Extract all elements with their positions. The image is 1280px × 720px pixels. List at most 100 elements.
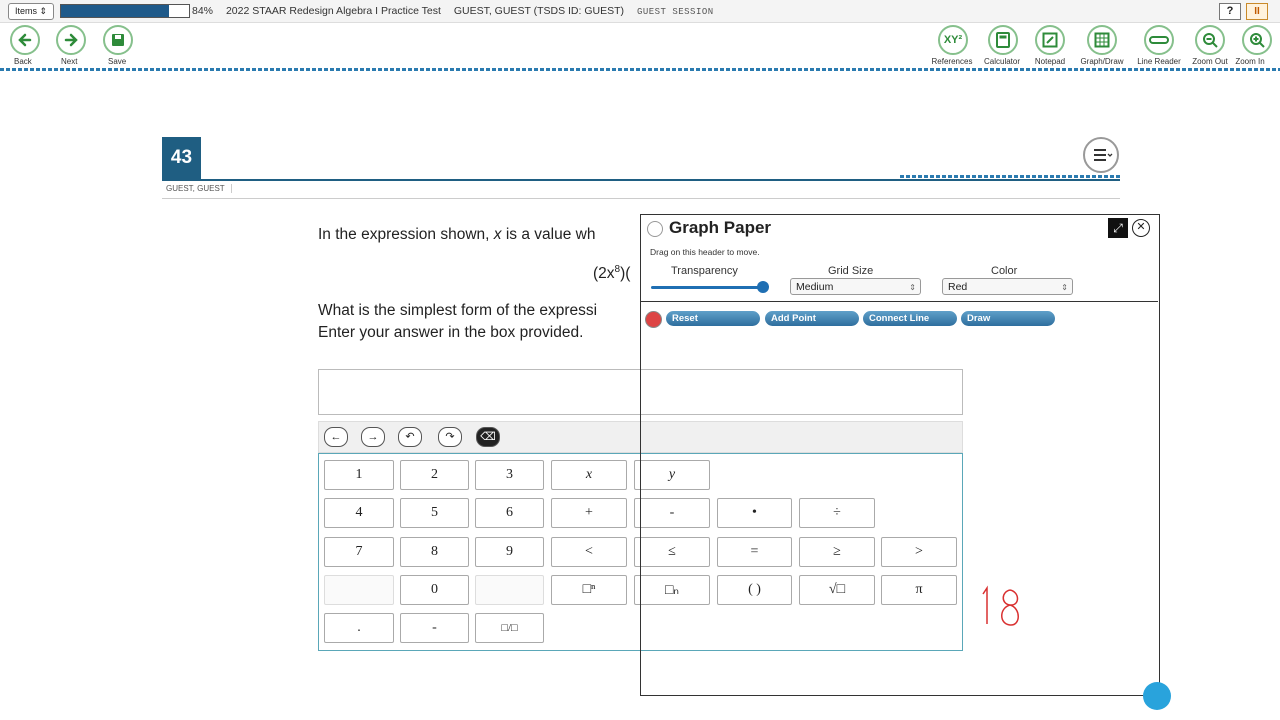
question-rule-dots (900, 175, 1120, 178)
grid-size-value: Medium (796, 281, 834, 293)
key-5[interactable]: 5 (400, 498, 469, 528)
help-button[interactable]: ? (1219, 3, 1241, 20)
question-text-line2: What is the simplest form of the express… (318, 302, 598, 319)
draw-button[interactable]: Draw (961, 311, 1055, 326)
reset-icon (645, 311, 662, 328)
select-arrow-icon: ⇕ (1061, 283, 1068, 292)
redo-button[interactable]: ↷ (438, 427, 462, 447)
line-reader-icon (1149, 36, 1169, 44)
graph-draw-label: Graph/Draw (1080, 57, 1124, 66)
calculator-button[interactable] (988, 25, 1018, 55)
grid-size-label: Grid Size (828, 265, 874, 277)
key-7[interactable]: 7 (324, 537, 394, 567)
graph-paper-title: Graph Paper (669, 218, 772, 237)
move-handle-icon[interactable] (1143, 682, 1171, 710)
back-label: Back (14, 57, 32, 66)
question-expression: (2x8)( (593, 264, 630, 283)
delete-button[interactable]: ⌫ (476, 427, 500, 447)
key-superscript[interactable]: □ⁿ (551, 575, 627, 605)
question-rule (162, 179, 1120, 181)
key-blank (324, 575, 394, 605)
back-button[interactable] (10, 25, 44, 59)
zoom-in-icon (1250, 33, 1265, 48)
test-title: 2022 STAAR Redesign Algebra I Practice T… (225, 5, 441, 17)
references-button[interactable]: XY² (938, 25, 968, 55)
color-value: Red (948, 281, 968, 293)
transparency-slider[interactable] (651, 286, 767, 289)
key-fraction[interactable]: □/□ (475, 613, 544, 643)
expr-tail: )( (620, 265, 631, 283)
key-6[interactable]: 6 (475, 498, 544, 528)
notepad-icon (1042, 32, 1058, 48)
save-label: Save (108, 57, 127, 66)
transparency-slider-handle[interactable] (757, 281, 769, 293)
header-rule (162, 198, 1120, 199)
cursor-left-button[interactable]: ← (324, 427, 348, 447)
zoom-in-label: Zoom In (1235, 57, 1265, 66)
handwritten-annotation (982, 585, 1019, 626)
back-arrow-icon (10, 25, 40, 55)
notepad-button[interactable] (1035, 25, 1065, 55)
question-text-pre: In the expression shown, (318, 226, 494, 243)
transparency-label: Transparency (671, 265, 738, 277)
expr-base: (2x (593, 265, 615, 283)
items-label: Items (14, 6, 37, 16)
item-menu-button[interactable] (1083, 137, 1119, 173)
add-point-button[interactable]: Add Point (765, 311, 859, 326)
close-icon[interactable]: ✕ (1132, 219, 1150, 237)
items-button[interactable]: Items ⇕ (8, 3, 54, 20)
key-0[interactable]: 0 (400, 575, 469, 605)
color-label: Color (991, 265, 1018, 277)
progress-bar (60, 4, 190, 18)
key-blank (475, 575, 544, 605)
key-8[interactable]: 8 (400, 537, 469, 567)
question-number: 43 (162, 137, 201, 179)
zoom-in-button[interactable] (1242, 25, 1272, 55)
student-tag: GUEST, GUEST (166, 184, 232, 193)
graph-draw-button[interactable] (1087, 25, 1117, 55)
key-x[interactable]: x (551, 460, 627, 490)
references-icon: XY² (943, 34, 963, 46)
key-decimal[interactable]: . (324, 613, 394, 643)
color-select[interactable]: Red ⇕ (942, 278, 1073, 295)
next-arrow-icon (56, 25, 86, 55)
expand-icon[interactable]: ⤢ (1108, 218, 1128, 238)
key-less-than[interactable]: < (551, 537, 627, 567)
key-2[interactable]: 2 (400, 460, 469, 490)
calculator-icon (996, 32, 1010, 48)
progress-label: 84% (192, 5, 214, 17)
save-button[interactable] (103, 25, 137, 59)
drag-hint: Drag on this header to move. (650, 247, 760, 257)
graph-paper-circle-icon (647, 221, 663, 237)
connect-line-button[interactable]: Connect Line (863, 311, 957, 326)
key-negative[interactable]: - (400, 613, 469, 643)
key-x-label: x (585, 467, 593, 482)
question-text-var: x (493, 226, 502, 243)
zoom-out-icon (1203, 33, 1218, 48)
key-plus[interactable]: + (551, 498, 627, 528)
key-1[interactable]: 1 (324, 460, 394, 490)
question-text-post: is a value wh (501, 226, 596, 243)
save-disk-icon (103, 25, 133, 55)
next-button[interactable] (56, 25, 90, 59)
reset-button[interactable]: Reset (666, 311, 760, 326)
zoom-out-button[interactable] (1195, 25, 1225, 55)
key-9[interactable]: 9 (475, 537, 544, 567)
notepad-label: Notepad (1034, 57, 1066, 66)
next-label: Next (61, 57, 78, 66)
key-3[interactable]: 3 (475, 460, 544, 490)
toolbar-divider (0, 68, 1280, 71)
select-arrow-icon: ⇕ (909, 283, 916, 292)
line-reader-button[interactable] (1144, 25, 1174, 55)
key-4[interactable]: 4 (324, 498, 394, 528)
student-info: GUEST, GUEST (TSDS ID: GUEST) (453, 5, 625, 17)
progress-fill (61, 5, 169, 17)
undo-button[interactable]: ↶ (398, 427, 422, 447)
question-text-line3: Enter your answer in the box provided. (318, 324, 584, 341)
session-label: GUEST SESSION (636, 7, 714, 17)
test-info: 84% 2022 STAAR Redesign Algebra I Practi… (192, 5, 724, 17)
question-text-line1: In the expression shown, x is a value wh (318, 226, 595, 244)
pause-button[interactable]: II (1246, 3, 1268, 20)
grid-size-select[interactable]: Medium ⇕ (790, 278, 921, 295)
cursor-right-button[interactable]: → (361, 427, 385, 447)
